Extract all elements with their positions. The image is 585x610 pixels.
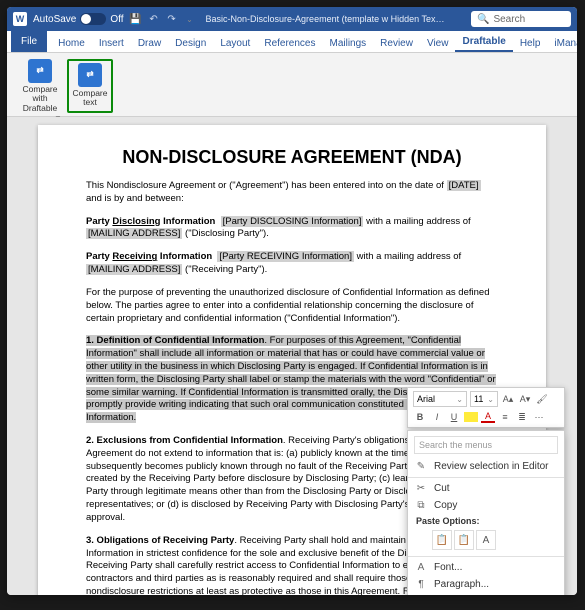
tab-view[interactable]: View [420,35,456,52]
toggle-switch-icon[interactable] [80,13,106,25]
autosave-label: AutoSave [33,14,76,25]
underline-icon[interactable]: U [447,410,461,424]
search-icon: 🔍 [477,14,489,25]
document-title[interactable]: Basic-Non-Disclosure-Agreement (template… [206,14,446,25]
party-disclosing: Party Disclosing Information [Party DISC… [86,216,498,242]
receiving-address-placeholder[interactable]: [MAILING ADDRESS] [86,264,182,275]
highlight-icon[interactable] [464,410,478,424]
tab-references[interactable]: References [257,35,322,52]
compare-draftable-label: Compare with Draftable [17,85,63,113]
menu-paragraph[interactable]: ¶Paragraph... [408,576,564,593]
quick-access-toolbar: 💾 ↶ ↷ ⌄ [130,14,196,25]
purpose-paragraph: For the purpose of preventing the unauth… [86,287,498,325]
compare-text-button[interactable]: ⇄ Compare text [67,59,113,113]
menu-search-input[interactable]: Search the menus [414,436,558,454]
tab-help[interactable]: Help [513,35,548,52]
italic-icon[interactable]: I [430,410,444,424]
context-menu[interactable]: Search the menus ✎Review selection in Ed… [407,430,565,595]
search-box[interactable]: 🔍 Search [471,11,571,27]
qat-dropdown-icon[interactable]: ⌄ [184,14,196,25]
styles-icon[interactable]: ⋯ [532,410,546,424]
word-app-icon: W [13,12,27,26]
tab-mailings[interactable]: Mailings [322,35,373,52]
bold-icon[interactable]: B [413,410,427,424]
disclosing-party-placeholder[interactable]: [Party DISCLOSING Information] [221,216,364,227]
search-placeholder: Search [493,14,525,25]
receiving-party-placeholder[interactable]: [Party RECEIVING Information] [217,251,354,262]
paste-text-only[interactable]: A [476,530,496,550]
paste-merge[interactable]: 📋 [454,530,474,550]
compare-text-icon: ⇄ [78,63,102,87]
autosave-state: Off [110,14,123,25]
bullets-icon[interactable]: ≡ [498,410,512,424]
font-family-select[interactable]: Arial⌄ [413,391,467,407]
font-dialog-icon: A [414,562,428,573]
save-icon[interactable]: 💾 [130,14,142,25]
tab-draw[interactable]: Draw [131,35,168,52]
editor-icon: ✎ [414,461,428,472]
increase-font-icon[interactable]: A▴ [501,392,515,406]
date-placeholder[interactable]: [DATE] [447,180,481,191]
copy-icon: ⧉ [414,500,428,511]
tab-insert[interactable]: Insert [92,35,131,52]
paste-options: 📋 📋 A [408,528,564,554]
undo-icon[interactable]: ↶ [148,14,160,25]
intro-paragraph: This Nondisclosure Agreement or ("Agreem… [86,180,498,206]
compare-text-label: Compare text [71,89,109,108]
menu-review-editor[interactable]: ✎Review selection in Editor [408,458,564,475]
tab-design[interactable]: Design [168,35,213,52]
font-color-icon[interactable]: A [481,411,495,423]
tab-file[interactable]: File [11,31,47,52]
ribbon-tabs: File Home Insert Draw Design Layout Refe… [7,31,577,53]
format-painter-icon[interactable]: 🖌 [535,392,549,406]
tab-imanage[interactable]: iManage [547,35,577,52]
ribbon-group-open: ⇄ Compare with Draftable ⇄ Compare text … [13,57,117,112]
tab-layout[interactable]: Layout [213,35,257,52]
compare-with-draftable-button[interactable]: ⇄ Compare with Draftable [17,59,63,113]
font-size-select[interactable]: 11⌄ [470,391,498,407]
redo-icon[interactable]: ↷ [166,14,178,25]
paste-options-header: Paste Options: [408,514,564,528]
mini-toolbar[interactable]: Arial⌄ 11⌄ A▴ A▾ 🖌 B I U A ≡ ≣ ⋯ [407,387,565,428]
compare-draftable-icon: ⇄ [28,59,52,83]
document-area[interactable]: NON-DISCLOSURE AGREEMENT (NDA) This Nond… [7,117,577,595]
autosave-toggle[interactable]: AutoSave Off [33,13,124,25]
paragraph-icon: ¶ [414,579,428,590]
decrease-font-icon[interactable]: A▾ [518,392,532,406]
cut-icon: ✂ [414,483,428,494]
doc-title: NON-DISCLOSURE AGREEMENT (NDA) [86,147,498,168]
disclosing-address-placeholder[interactable]: [MAILING ADDRESS] [86,228,182,239]
menu-font[interactable]: AFont... [408,559,564,576]
numbering-icon[interactable]: ≣ [515,410,529,424]
menu-copy[interactable]: ⧉Copy [408,497,564,514]
menu-cut[interactable]: ✂Cut [408,480,564,497]
tab-draftable[interactable]: Draftable [455,33,512,52]
paste-keep-formatting[interactable]: 📋 [432,530,452,550]
party-receiving: Party Receiving Information [Party RECEI… [86,251,498,277]
tab-home[interactable]: Home [51,35,92,52]
ribbon: ⇄ Compare with Draftable ⇄ Compare text … [7,53,577,117]
tab-review[interactable]: Review [373,35,420,52]
title-bar: W AutoSave Off 💾 ↶ ↷ ⌄ Basic-Non-Disclos… [7,7,577,31]
